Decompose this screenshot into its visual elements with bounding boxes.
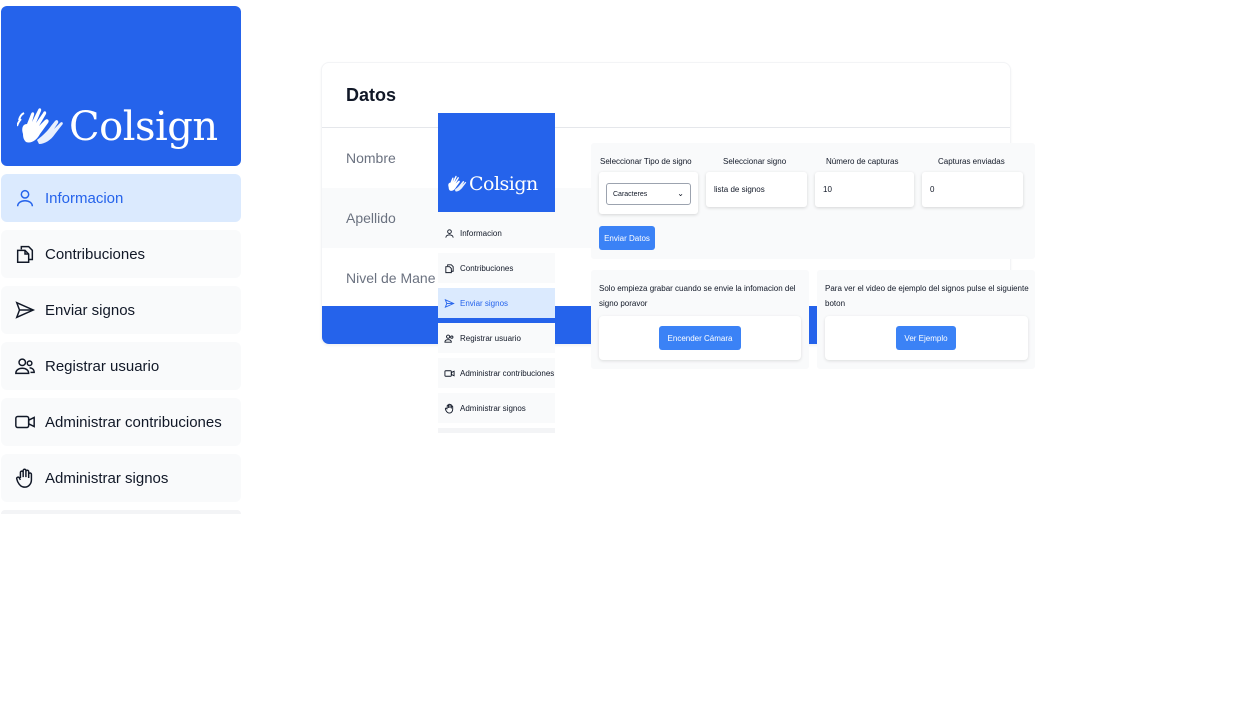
sidebar-item-administrar-contribuciones[interactable]: Administrar contribuciones [1, 398, 241, 446]
signing-hands-icon [448, 175, 467, 192]
sidebar-item-label: Informacion [45, 189, 124, 207]
capturas-label: Número de capturas [826, 157, 899, 166]
signing-hands-icon [17, 108, 63, 144]
hand-icon [13, 466, 37, 490]
sidebar-item-label: Enviar signos [45, 301, 136, 319]
signo-label: Seleccionar signo [723, 157, 787, 166]
mini-item-label: Contribuciones [460, 263, 514, 273]
example-instructions: Para ver el video de ejemplo del signos … [825, 284, 1029, 308]
mini-brand-name: Colsign [469, 173, 538, 195]
mini-sidebar: Colsign Informacion Contribuciones Envia… [438, 113, 555, 433]
chevron-down-icon: ⌄ [677, 189, 684, 198]
logo-panel: Colsign [1, 6, 241, 166]
brand-logo[interactable]: Colsign [17, 104, 218, 150]
users-icon [13, 354, 37, 378]
camera-box: Encender Cámara [599, 316, 801, 360]
tipo-signo-select[interactable]: Caracteres ⌄ [606, 183, 691, 205]
mini-item-label: Administrar signos [460, 403, 526, 413]
camera-panel: Solo empieza grabar cuando se envie la i… [591, 270, 809, 369]
sidebar-item-partial [1, 510, 241, 514]
enviar-datos-button[interactable]: Enviar Datos [599, 226, 655, 250]
sidebar-item-contribuciones[interactable]: Contribuciones [1, 230, 241, 278]
mini-brand-logo: Colsign [446, 173, 538, 195]
ver-ejemplo-button[interactable]: Ver Ejemplo [896, 326, 956, 350]
mini-item-administrar-signos[interactable]: Administrar signos [438, 393, 555, 423]
sidebar: Colsign Informacion Contribuciones Envia… [1, 6, 241, 514]
datos-title: Datos [322, 63, 1010, 128]
users-icon [444, 332, 456, 344]
mini-item-label: Administrar contribuciones [460, 368, 555, 378]
enviadas-label: Capturas enviadas [938, 157, 1005, 166]
example-box: Ver Ejemplo [825, 316, 1028, 360]
tipo-signo-container: Caracteres ⌄ [599, 172, 698, 214]
camera-instructions: Solo empieza grabar cuando se envie la i… [599, 284, 796, 308]
mini-item-label: Registrar usuario [460, 333, 521, 343]
encender-camara-button[interactable]: Encender Cámara [659, 326, 741, 350]
brand-name: Colsign [69, 104, 218, 150]
mini-item-label: Enviar signos [460, 298, 509, 308]
mini-item-contribuciones[interactable]: Contribuciones [438, 253, 555, 283]
documents-icon [444, 262, 456, 274]
mini-item-administrar-contribuciones[interactable]: Administrar contribuciones [438, 358, 555, 388]
sidebar-item-label: Contribuciones [45, 245, 146, 263]
sidebar-item-label: Administrar contribuciones [45, 413, 222, 431]
sidebar-item-registrar-usuario[interactable]: Registrar usuario [1, 342, 241, 390]
tipo-signo-value: Caracteres [613, 190, 648, 198]
mini-item-informacion[interactable]: Informacion [438, 218, 555, 248]
user-icon [13, 186, 37, 210]
send-icon [13, 298, 37, 322]
enviadas-input[interactable]: 0 [922, 172, 1023, 207]
hand-icon [444, 402, 456, 414]
mini-logo-panel: Colsign [438, 113, 555, 212]
sidebar-item-informacion[interactable]: Informacion [1, 174, 241, 222]
sidebar-nav: Informacion Contribuciones Enviar signos… [1, 174, 241, 514]
signo-form-panel: Seleccionar Tipo de signo Seleccionar si… [591, 143, 1035, 259]
documents-icon [13, 242, 37, 266]
example-panel: Para ver el video de ejemplo del signos … [817, 270, 1035, 369]
mini-sidebar-nav: Informacion Contribuciones Enviar signos… [438, 218, 555, 433]
send-icon [444, 297, 456, 309]
video-camera-icon [13, 410, 37, 434]
mini-item-label: Informacion [460, 228, 502, 238]
mini-item-registrar-usuario[interactable]: Registrar usuario [438, 323, 555, 353]
signo-input[interactable]: lista de signos [706, 172, 807, 207]
tipo-signo-label: Seleccionar Tipo de signo [600, 157, 692, 166]
mini-item-partial [438, 428, 555, 433]
sidebar-item-administrar-signos[interactable]: Administrar signos [1, 454, 241, 502]
sidebar-item-enviar-signos[interactable]: Enviar signos [1, 286, 241, 334]
video-camera-icon [444, 367, 456, 379]
sidebar-item-label: Administrar signos [45, 469, 169, 487]
user-icon [444, 227, 456, 239]
sidebar-item-label: Registrar usuario [45, 357, 160, 375]
mini-item-enviar-signos[interactable]: Enviar signos [438, 288, 555, 318]
capturas-input[interactable]: 10 [815, 172, 914, 207]
